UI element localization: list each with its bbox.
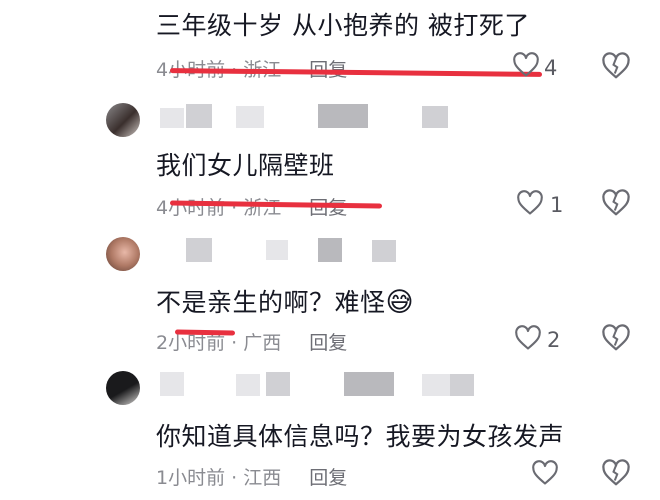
redacted-username: [236, 106, 264, 128]
heart-outline-icon: [532, 460, 558, 485]
reply-button[interactable]: 回复: [309, 332, 347, 354]
broken-heart-icon: [602, 459, 630, 486]
red-underline: [174, 329, 236, 336]
like-button[interactable]: [516, 190, 544, 216]
like-button[interactable]: [531, 460, 559, 486]
redacted-username: [318, 104, 368, 128]
dislike-button[interactable]: [601, 52, 631, 80]
heart-outline-icon: [517, 190, 543, 215]
comment-text: 我们女儿隔壁班: [156, 151, 335, 180]
dislike-button[interactable]: [601, 324, 631, 352]
broken-heart-icon: [602, 324, 630, 351]
comment-time: 2小时前: [156, 332, 226, 354]
avatar[interactable]: [106, 237, 140, 271]
comment-text: 你知道具体信息吗？我要为女孩发声: [156, 422, 565, 451]
comment-location: 广西: [243, 332, 282, 354]
redacted-username: [318, 238, 342, 262]
like-button[interactable]: [512, 52, 540, 78]
comment-text: 不是亲生的啊？难怪😅: [156, 283, 414, 319]
comment-location: 浙江: [243, 197, 282, 219]
comment-location: 江西: [243, 467, 282, 489]
like-count: 4: [544, 56, 558, 80]
comment-text: 三年级十岁 从小抱养的 被打死了: [156, 11, 530, 40]
like-button[interactable]: [514, 325, 542, 351]
dislike-button[interactable]: [601, 189, 631, 217]
like-count: 2: [547, 328, 561, 352]
redacted-username: [186, 104, 212, 128]
redacted-username: [344, 372, 394, 396]
redacted-username: [266, 372, 290, 396]
heart-outline-icon: [513, 52, 539, 77]
comment-text-body: 不是亲生的啊？难怪: [156, 288, 386, 317]
heart-outline-icon: [515, 325, 541, 350]
like-count: 1: [550, 193, 564, 217]
avatar[interactable]: [106, 371, 140, 405]
redacted-username: [422, 374, 450, 396]
grin-sweat-emoji-icon: 😅: [385, 287, 415, 318]
broken-heart-icon: [602, 52, 630, 79]
redacted-username: [422, 106, 448, 128]
broken-heart-icon: [602, 189, 630, 216]
redacted-username: [266, 240, 288, 260]
redacted-username: [160, 108, 184, 128]
redacted-username: [160, 372, 184, 396]
reply-button[interactable]: 回复: [309, 467, 347, 489]
comment-meta: 1小时前 · 江西 回复: [156, 467, 348, 489]
redacted-username: [186, 238, 212, 262]
avatar[interactable]: [106, 103, 140, 137]
comment-time: 1小时前: [156, 467, 226, 489]
redacted-username: [372, 240, 396, 262]
redacted-username: [236, 374, 260, 396]
dislike-button[interactable]: [601, 459, 631, 487]
redacted-username: [450, 374, 474, 396]
reply-button[interactable]: 回复: [309, 197, 347, 219]
